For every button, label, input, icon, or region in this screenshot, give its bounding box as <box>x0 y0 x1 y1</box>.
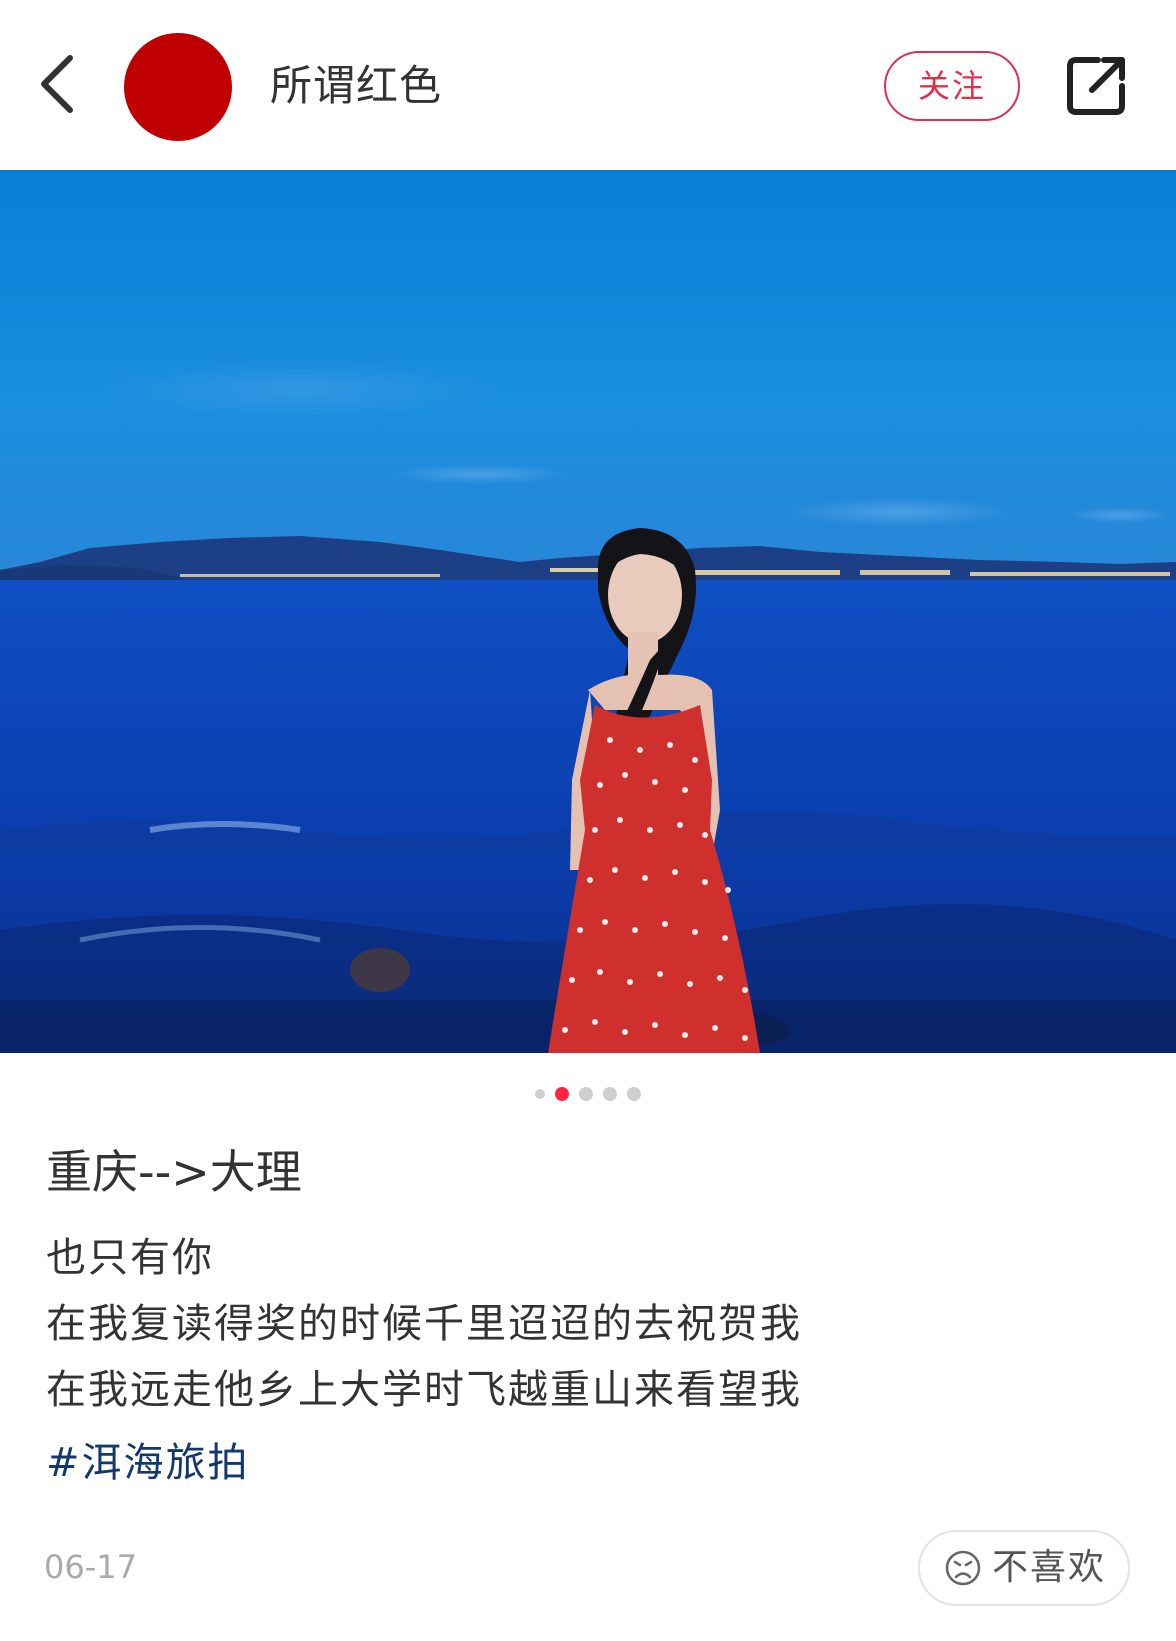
hashtag-link[interactable]: #洱海旅拍 <box>46 1430 250 1496</box>
back-button[interactable] <box>30 44 90 124</box>
sad-face-icon <box>944 1549 982 1587</box>
lake-portrait-image <box>0 170 1176 1053</box>
top-bar: 所谓红色 关注 <box>0 0 1176 170</box>
post-date: 06-17 <box>44 1548 137 1586</box>
share-icon <box>1067 57 1125 115</box>
post-image[interactable] <box>0 170 1176 1053</box>
share-button[interactable] <box>1064 54 1128 118</box>
post-body-line: 在我远走他乡上大学时飞越重山来看望我 <box>46 1367 802 1413</box>
post-body-line: 也只有你 <box>46 1235 214 1281</box>
post-body: 也只有你 在我复读得奖的时候千里迢迢的去祝贺我 在我远走他乡上大学时飞越重山来看… <box>46 1225 1136 1423</box>
avatar[interactable] <box>124 33 232 141</box>
carousel-dot-active[interactable] <box>555 1086 569 1101</box>
follow-button[interactable]: 关注 <box>884 51 1020 121</box>
carousel-dot[interactable] <box>579 1086 593 1101</box>
carousel-dot[interactable] <box>535 1088 545 1099</box>
post-title: 重庆-->大理 <box>46 1145 302 1199</box>
carousel-indicator <box>0 1083 1176 1103</box>
carousel-dot[interactable] <box>603 1086 617 1101</box>
post-body-line: 在我复读得奖的时候千里迢迢的去祝贺我 <box>46 1301 802 1347</box>
author-name[interactable]: 所谓红色 <box>270 55 442 117</box>
dislike-button[interactable]: 不喜欢 <box>918 1530 1130 1606</box>
carousel-dot[interactable] <box>627 1086 641 1101</box>
chevron-left-icon <box>41 55 73 113</box>
dislike-label: 不喜欢 <box>992 1547 1107 1588</box>
